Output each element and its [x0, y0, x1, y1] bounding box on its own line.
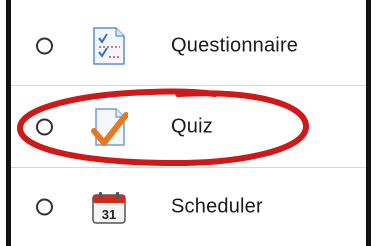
scheduler-radio[interactable]	[36, 198, 53, 216]
quiz-radio[interactable]	[36, 118, 53, 135]
list-item-scheduler[interactable]: 31 Scheduler	[11, 168, 366, 246]
questionnaire-icon	[90, 26, 128, 66]
calendar-day-text: 31	[102, 207, 116, 222]
quiz-icon	[90, 107, 129, 147]
questionnaire-radio[interactable]	[36, 37, 53, 54]
quiz-label: Quiz	[171, 115, 213, 137]
list-item-questionnaire[interactable]: Questionnaire	[11, 6, 366, 86]
scheduler-icon: 31	[90, 187, 128, 227]
list-item-quiz[interactable]: Quiz	[11, 86, 366, 168]
questionnaire-label: Questionnaire	[171, 34, 299, 56]
activity-chooser-list: Questionnaire Quiz 31 Scheduler	[6, 0, 371, 246]
scheduler-label: Scheduler	[171, 195, 263, 218]
